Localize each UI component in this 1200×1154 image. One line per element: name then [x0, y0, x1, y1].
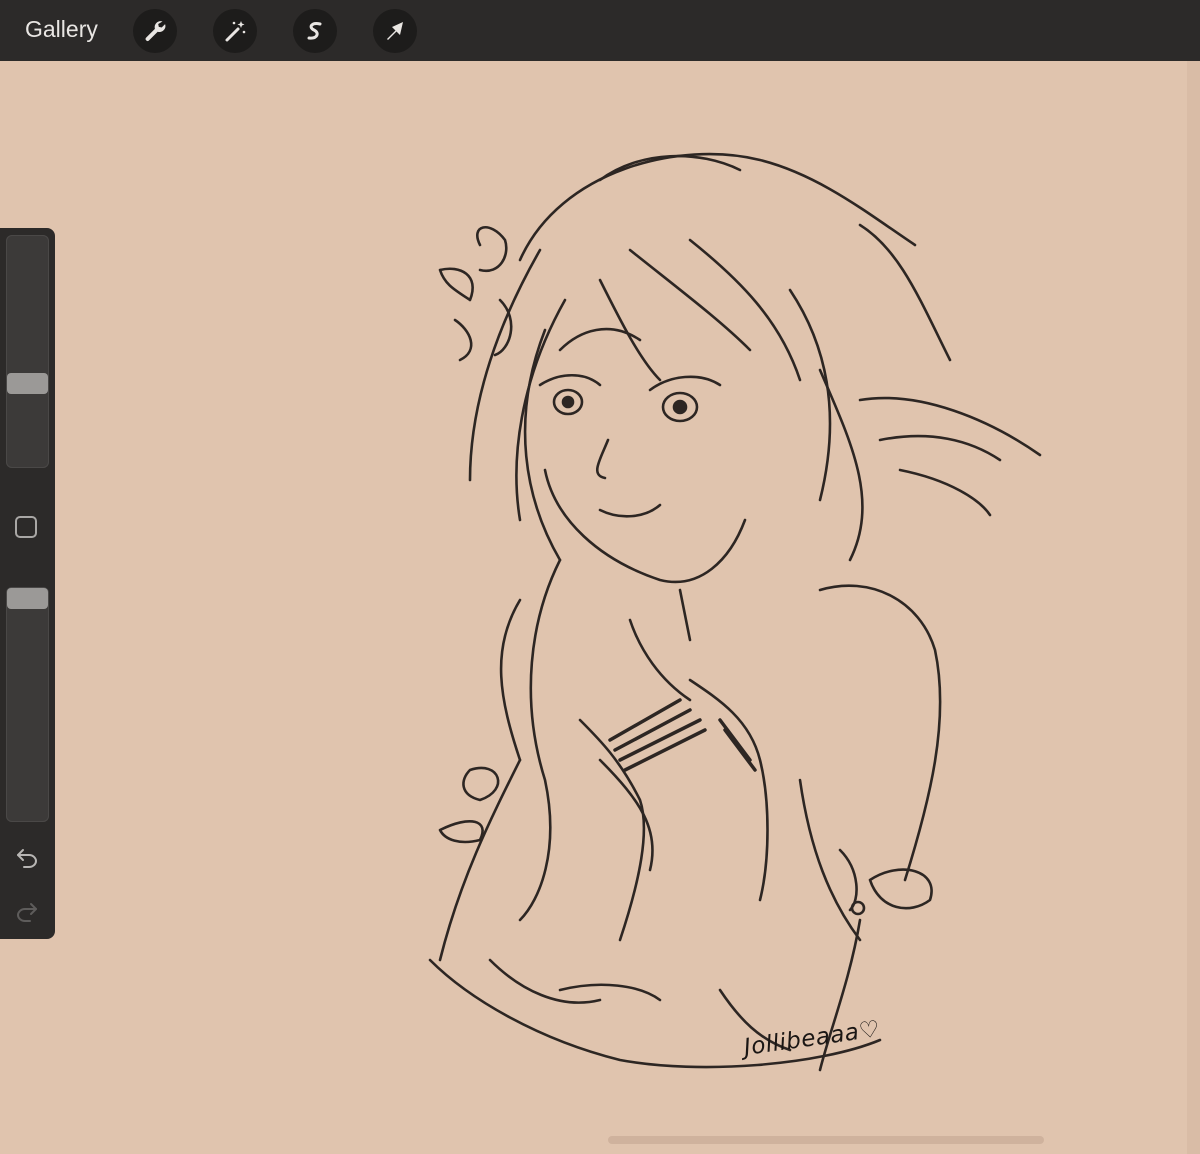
left-sidebar [0, 228, 55, 939]
opacity-thumb[interactable] [7, 588, 48, 609]
modify-button[interactable] [15, 516, 37, 538]
brush-size-thumb[interactable] [7, 373, 48, 394]
redo-icon[interactable] [14, 899, 40, 925]
horizontal-scroll-indicator [608, 1136, 1044, 1144]
undo-icon[interactable] [14, 845, 40, 871]
sketch-drawing [428, 152, 1042, 1072]
opacity-slider[interactable] [6, 587, 49, 822]
brush-size-slider[interactable] [6, 235, 49, 468]
